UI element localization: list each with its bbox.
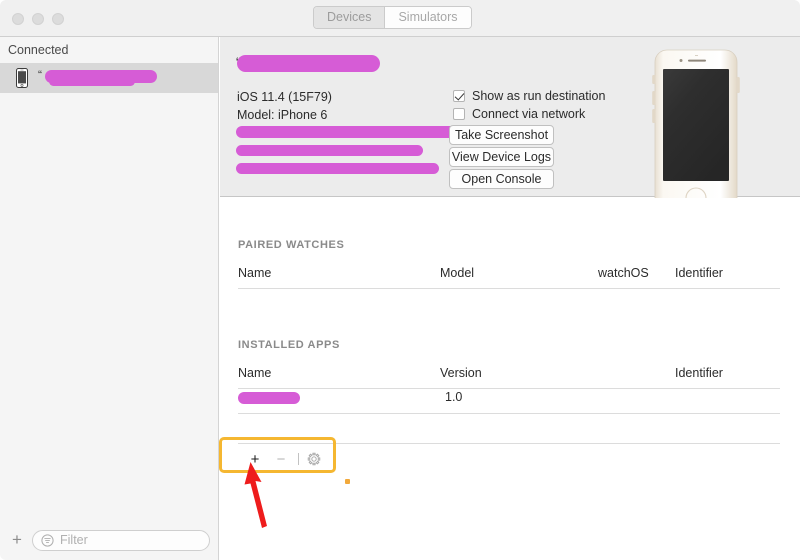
add-app-button[interactable]: + <box>242 448 268 470</box>
toolbar-separator <box>298 453 299 465</box>
devices-and-simulators-window: Devices Simulators Connected “ + Filter … <box>0 0 800 560</box>
device-detail-header: “ iOS 11.4 (15F79) Model: iPhone 6 Show … <box>220 37 800 218</box>
apps-column-version: Version <box>440 366 482 380</box>
apps-row-divider <box>238 413 780 414</box>
connect-via-network-label: Connect via network <box>472 107 586 121</box>
watches-column-watchos: watchOS <box>598 266 649 280</box>
installed-apps-section-title: INSTALLED APPS <box>238 339 340 351</box>
redaction-mark <box>237 55 380 72</box>
minimize-window-button[interactable] <box>32 13 44 25</box>
watches-header-divider <box>238 288 780 289</box>
open-console-button[interactable]: Open Console <box>449 169 554 189</box>
checkbox-unchecked-icon <box>453 108 465 120</box>
app-version-value: 1.0 <box>445 390 463 404</box>
zoom-window-button[interactable] <box>52 13 64 25</box>
watches-column-model: Model <box>440 266 475 280</box>
connect-via-network-checkbox[interactable]: Connect via network <box>453 107 585 121</box>
remove-app-button[interactable]: − <box>268 448 294 470</box>
quote-glyph: “ <box>38 68 42 82</box>
filter-input[interactable]: Filter <box>32 529 210 551</box>
paired-watches-section-title: PAIRED WATCHES <box>238 239 345 251</box>
annotation-orange-dot <box>345 479 350 484</box>
apps-toolbar-divider <box>238 443 780 444</box>
sidebar-device-name: “ <box>38 68 218 88</box>
close-window-button[interactable] <box>12 13 24 25</box>
checkbox-checked-icon <box>453 90 465 102</box>
device-os-version: iOS 11.4 (15F79) <box>237 90 332 104</box>
apps-header-divider <box>238 388 780 389</box>
sidebar-bottom-bar: + Filter <box>0 520 218 560</box>
filter-placeholder-text: Filter <box>60 533 88 547</box>
apps-column-identifier: Identifier <box>675 366 723 380</box>
watches-column-identifier: Identifier <box>675 266 723 280</box>
tab-devices[interactable]: Devices <box>314 7 385 28</box>
add-device-button[interactable]: + <box>8 531 26 549</box>
gear-icon[interactable] <box>303 448 325 470</box>
redaction-mark <box>236 145 423 156</box>
gear-glyph <box>307 452 321 466</box>
devices-simulators-segmented-control: Devices Simulators <box>313 6 472 29</box>
iphone-device-illustration <box>652 49 740 218</box>
redaction-mark <box>49 77 135 86</box>
view-device-logs-button[interactable]: View Device Logs <box>449 147 554 167</box>
device-detail-content: PAIRED WATCHES Name Model watchOS Identi… <box>220 198 800 560</box>
filter-icon <box>41 533 54 547</box>
installed-apps-toolbar: + − <box>242 448 325 470</box>
show-as-run-destination-label: Show as run destination <box>472 89 606 103</box>
redaction-mark <box>238 392 300 404</box>
sidebar-section-connected: Connected <box>8 43 69 57</box>
sidebar-item-connected-device[interactable]: “ <box>0 63 218 93</box>
redaction-mark <box>236 126 464 138</box>
tab-simulators[interactable]: Simulators <box>384 7 471 28</box>
watches-column-name: Name <box>238 266 272 280</box>
apps-column-name: Name <box>238 366 272 380</box>
take-screenshot-button[interactable]: Take Screenshot <box>449 125 554 145</box>
show-as-run-destination-checkbox[interactable]: Show as run destination <box>453 89 605 103</box>
device-model: Model: iPhone 6 <box>237 108 328 122</box>
devices-sidebar: Connected “ + Filter <box>0 37 219 560</box>
redaction-mark <box>236 163 439 174</box>
window-titlebar: Devices Simulators <box>0 0 800 37</box>
iphone-icon <box>16 68 28 88</box>
